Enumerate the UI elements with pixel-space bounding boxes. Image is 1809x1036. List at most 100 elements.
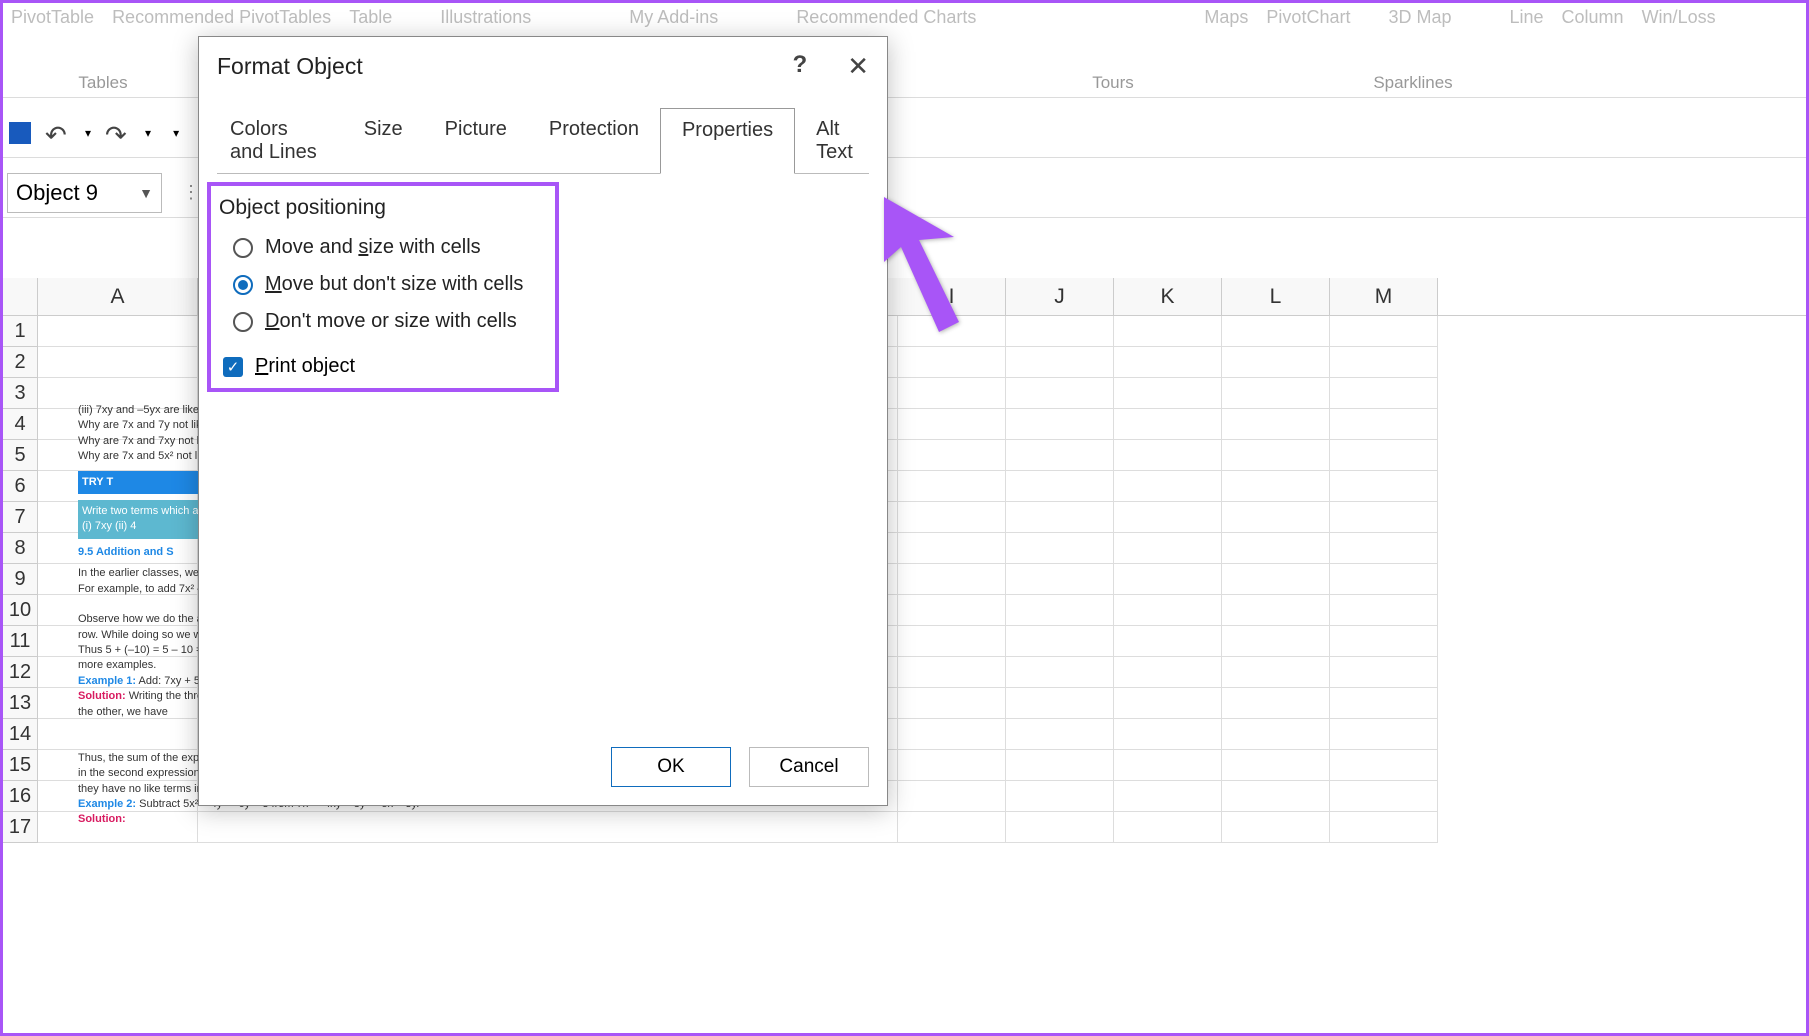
cell[interactable] xyxy=(1114,502,1222,533)
cell[interactable] xyxy=(1330,719,1438,750)
tab-picture[interactable]: Picture xyxy=(424,108,528,174)
ribbon-table[interactable]: Table xyxy=(349,7,392,28)
cell[interactable] xyxy=(898,533,1006,564)
chevron-down-icon[interactable]: ▼ xyxy=(139,185,153,201)
cell[interactable] xyxy=(1006,626,1114,657)
ribbon-addins[interactable]: My Add-ins xyxy=(629,7,718,28)
cell[interactable] xyxy=(1222,471,1330,502)
cell[interactable] xyxy=(1222,626,1330,657)
cell[interactable] xyxy=(1222,719,1330,750)
cell[interactable] xyxy=(1006,719,1114,750)
row-header[interactable]: 17 xyxy=(3,812,38,843)
cell[interactable] xyxy=(1330,750,1438,781)
row-header[interactable]: 12 xyxy=(3,657,38,688)
cell[interactable] xyxy=(1222,440,1330,471)
cell[interactable] xyxy=(1006,409,1114,440)
cell[interactable] xyxy=(1222,316,1330,347)
cell[interactable] xyxy=(1006,564,1114,595)
col-I[interactable]: I xyxy=(898,278,1006,315)
cell[interactable] xyxy=(1114,595,1222,626)
cell[interactable] xyxy=(1222,688,1330,719)
name-box[interactable]: Object 9 ▼ xyxy=(7,173,162,213)
row-header[interactable]: 5 xyxy=(3,440,38,471)
cell[interactable] xyxy=(38,347,198,378)
cell[interactable] xyxy=(1330,378,1438,409)
cell[interactable] xyxy=(1114,347,1222,378)
row-header[interactable]: 10 xyxy=(3,595,38,626)
cell[interactable] xyxy=(1114,626,1222,657)
cancel-button[interactable]: Cancel xyxy=(749,747,869,787)
close-icon[interactable]: ✕ xyxy=(847,51,869,82)
ribbon-column[interactable]: Column xyxy=(1562,7,1624,28)
cell[interactable] xyxy=(898,378,1006,409)
cell[interactable] xyxy=(1222,657,1330,688)
row-header[interactable]: 11 xyxy=(3,626,38,657)
col-M[interactable]: M xyxy=(1330,278,1438,315)
cell[interactable] xyxy=(1006,781,1114,812)
tab-protection[interactable]: Protection xyxy=(528,108,660,174)
radio-icon[interactable] xyxy=(233,275,253,295)
cell[interactable] xyxy=(1006,471,1114,502)
ribbon-3dmap[interactable]: 3D Map xyxy=(1388,7,1451,28)
cell[interactable] xyxy=(898,719,1006,750)
ribbon-line[interactable]: Line xyxy=(1510,7,1544,28)
ok-button[interactable]: OK xyxy=(611,747,731,787)
cell[interactable] xyxy=(1330,657,1438,688)
cell[interactable] xyxy=(1330,564,1438,595)
cell[interactable] xyxy=(898,440,1006,471)
cell[interactable] xyxy=(1006,502,1114,533)
ribbon-illustrations[interactable]: Illustrations xyxy=(440,7,531,28)
cell[interactable] xyxy=(1006,595,1114,626)
cell[interactable] xyxy=(898,812,1006,843)
ribbon-pivottable[interactable]: PivotTable xyxy=(11,7,94,28)
cell[interactable] xyxy=(1222,347,1330,378)
undo-dropdown[interactable]: ▾ xyxy=(85,126,91,140)
radio-dont-move[interactable]: Don't move or size with cells xyxy=(233,310,867,333)
radio-icon[interactable] xyxy=(233,238,253,258)
row-header[interactable]: 13 xyxy=(3,688,38,719)
radio-move-only[interactable]: Move but don't size with cells xyxy=(233,273,867,296)
cell[interactable] xyxy=(1006,750,1114,781)
cell[interactable] xyxy=(1114,316,1222,347)
row-header[interactable]: 6 xyxy=(3,471,38,502)
cell[interactable] xyxy=(898,781,1006,812)
cell[interactable] xyxy=(1222,533,1330,564)
cell[interactable] xyxy=(38,316,198,347)
cell[interactable] xyxy=(1006,657,1114,688)
save-icon[interactable] xyxy=(9,122,31,144)
cell[interactable] xyxy=(898,626,1006,657)
undo-icon[interactable]: ↶ xyxy=(45,120,71,146)
cell[interactable] xyxy=(1006,533,1114,564)
cell[interactable] xyxy=(1222,781,1330,812)
cell[interactable] xyxy=(1330,812,1438,843)
cell[interactable] xyxy=(898,471,1006,502)
tab-size[interactable]: Size xyxy=(343,108,424,174)
cell[interactable] xyxy=(1330,502,1438,533)
col-A[interactable]: A xyxy=(38,278,198,315)
row-header[interactable]: 9 xyxy=(3,564,38,595)
cell[interactable] xyxy=(1330,440,1438,471)
redo-dropdown[interactable]: ▾ xyxy=(145,126,151,140)
cell[interactable] xyxy=(1114,657,1222,688)
col-K[interactable]: K xyxy=(1114,278,1222,315)
cell[interactable] xyxy=(898,409,1006,440)
radio-move-size[interactable]: Move and size with cells xyxy=(233,236,867,259)
cell[interactable] xyxy=(1006,347,1114,378)
cell[interactable] xyxy=(1114,471,1222,502)
cell[interactable] xyxy=(1222,502,1330,533)
help-icon[interactable]: ? xyxy=(793,51,808,82)
ribbon-pivotchart[interactable]: PivotChart xyxy=(1266,7,1350,28)
row-header[interactable]: 2 xyxy=(3,347,38,378)
radio-icon[interactable] xyxy=(233,312,253,332)
cell[interactable] xyxy=(898,564,1006,595)
cell[interactable] xyxy=(1114,750,1222,781)
row-header[interactable]: 7 xyxy=(3,502,38,533)
cell[interactable] xyxy=(1330,533,1438,564)
cell[interactable] xyxy=(1222,595,1330,626)
cell[interactable] xyxy=(1330,347,1438,378)
cell[interactable] xyxy=(1114,564,1222,595)
cell[interactable] xyxy=(1114,812,1222,843)
select-all-triangle[interactable] xyxy=(3,278,38,315)
cell[interactable] xyxy=(1114,378,1222,409)
cell[interactable] xyxy=(1330,626,1438,657)
